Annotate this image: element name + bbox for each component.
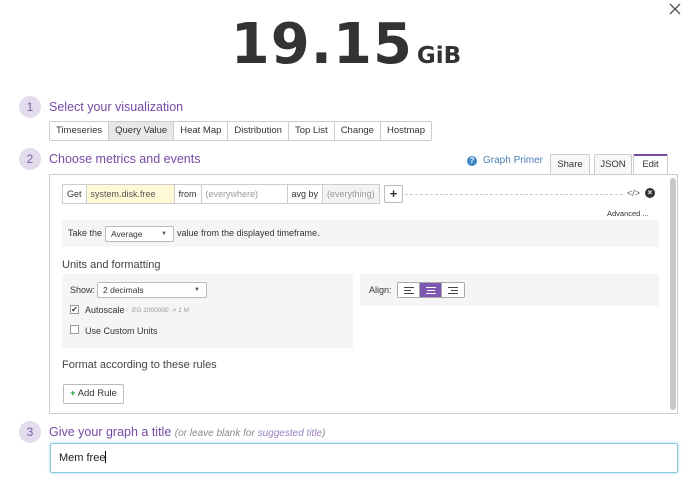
step-2-badge: 2 bbox=[19, 148, 41, 170]
metric-query-row: Get system.disk.free from (everywhere) a… bbox=[62, 184, 380, 204]
units-section-title: Units and formatting bbox=[62, 259, 161, 271]
align-left-button[interactable] bbox=[398, 283, 420, 297]
viz-distribution-button[interactable]: Distribution bbox=[228, 122, 289, 140]
remove-metric-icon[interactable]: × bbox=[645, 188, 655, 198]
graph-title-input[interactable]: Mem free bbox=[50, 443, 678, 473]
decimals-select[interactable]: 2 decimals ▼ bbox=[97, 282, 207, 298]
viz-change-button[interactable]: Change bbox=[334, 122, 381, 140]
query-value-display: 19.15 GiB bbox=[0, 12, 692, 77]
aggregation-select-value: Average bbox=[111, 229, 143, 239]
take-the-label: Take the bbox=[68, 228, 103, 238]
divider bbox=[405, 194, 623, 195]
align-right-button[interactable] bbox=[442, 283, 464, 297]
step-2-title: Choose metrics and events bbox=[49, 152, 201, 166]
checkmark-icon: ✔ bbox=[71, 305, 78, 314]
suggested-title-link[interactable]: suggested title bbox=[258, 428, 323, 439]
aggregation-label: avg by bbox=[286, 184, 323, 204]
custom-units-checkbox[interactable] bbox=[70, 325, 79, 334]
question-icon: ? bbox=[467, 155, 477, 166]
align-button-group bbox=[397, 282, 465, 298]
decimals-select-value: 2 decimals bbox=[103, 285, 144, 295]
add-function-button[interactable]: + bbox=[384, 185, 403, 203]
step-3-badge: 3 bbox=[19, 421, 41, 443]
plus-icon: + bbox=[70, 388, 76, 399]
add-rule-button[interactable]: + Add Rule bbox=[63, 384, 124, 404]
advanced-link[interactable]: Advanced ... bbox=[607, 209, 649, 218]
metric-input[interactable]: system.disk.free bbox=[85, 184, 174, 204]
step-3-title-row: Give your graph a title (or leave blank … bbox=[49, 425, 325, 439]
chevron-down-icon: ▼ bbox=[194, 287, 200, 293]
add-rule-label: Add Rule bbox=[77, 388, 117, 399]
step-3-subtitle: (or leave blank for suggested title) bbox=[175, 428, 326, 439]
viz-query-value-button[interactable]: Query Value bbox=[109, 122, 175, 140]
tab-json[interactable]: JSON bbox=[594, 154, 632, 174]
step-1-title: Select your visualization bbox=[49, 100, 184, 114]
viz-timeseries-button[interactable]: Timeseries bbox=[50, 122, 110, 140]
tab-share[interactable]: Share bbox=[550, 154, 590, 174]
text-cursor bbox=[105, 451, 107, 463]
tab-edit[interactable]: Edit bbox=[633, 154, 668, 175]
step-3-title: Give your graph a title bbox=[49, 425, 172, 439]
step-3-subtitle-suffix: ) bbox=[322, 428, 326, 439]
visualization-selector: Timeseries Query Value Heat Map Distribu… bbox=[49, 121, 432, 141]
graph-primer-label: Graph Primer bbox=[483, 155, 544, 166]
align-label: Align: bbox=[369, 285, 392, 295]
aggregation-select[interactable]: Average ▼ bbox=[105, 226, 174, 242]
graph-title-value: Mem free bbox=[59, 452, 106, 464]
custom-units-label: Use Custom Units bbox=[85, 326, 158, 336]
value-unit: GiB bbox=[416, 43, 462, 69]
viz-heat-map-button[interactable]: Heat Map bbox=[174, 122, 229, 140]
get-label: Get bbox=[62, 184, 86, 204]
autoscale-checkbox[interactable]: ✔ bbox=[70, 305, 79, 314]
align-center-button[interactable] bbox=[420, 283, 442, 297]
take-suffix-label: value from the displayed timeframe. bbox=[177, 228, 320, 238]
step-3-subtitle-prefix: (or leave blank for bbox=[174, 428, 258, 439]
panel-scrollbar[interactable] bbox=[670, 178, 676, 410]
from-scope-input[interactable]: (everywhere) bbox=[200, 184, 287, 204]
autoscale-hint: EG 1000000 -> 1 M bbox=[132, 307, 189, 314]
graph-primer-link[interactable]: ? Graph Primer bbox=[467, 155, 543, 166]
step-1-badge: 1 bbox=[19, 96, 41, 118]
chevron-down-icon: ▼ bbox=[161, 231, 167, 237]
show-label: Show: bbox=[70, 285, 96, 295]
group-by-input[interactable]: (everything) bbox=[322, 184, 380, 204]
viz-top-list-button[interactable]: Top List bbox=[288, 122, 335, 140]
from-label: from bbox=[173, 184, 201, 204]
code-icon[interactable]: </> bbox=[627, 188, 640, 198]
autoscale-label: Autoscale bbox=[85, 305, 125, 315]
viz-hostmap-button[interactable]: Hostmap bbox=[380, 122, 431, 140]
format-section-title: Format according to these rules bbox=[62, 359, 217, 371]
value-number: 19.15 bbox=[230, 12, 413, 77]
